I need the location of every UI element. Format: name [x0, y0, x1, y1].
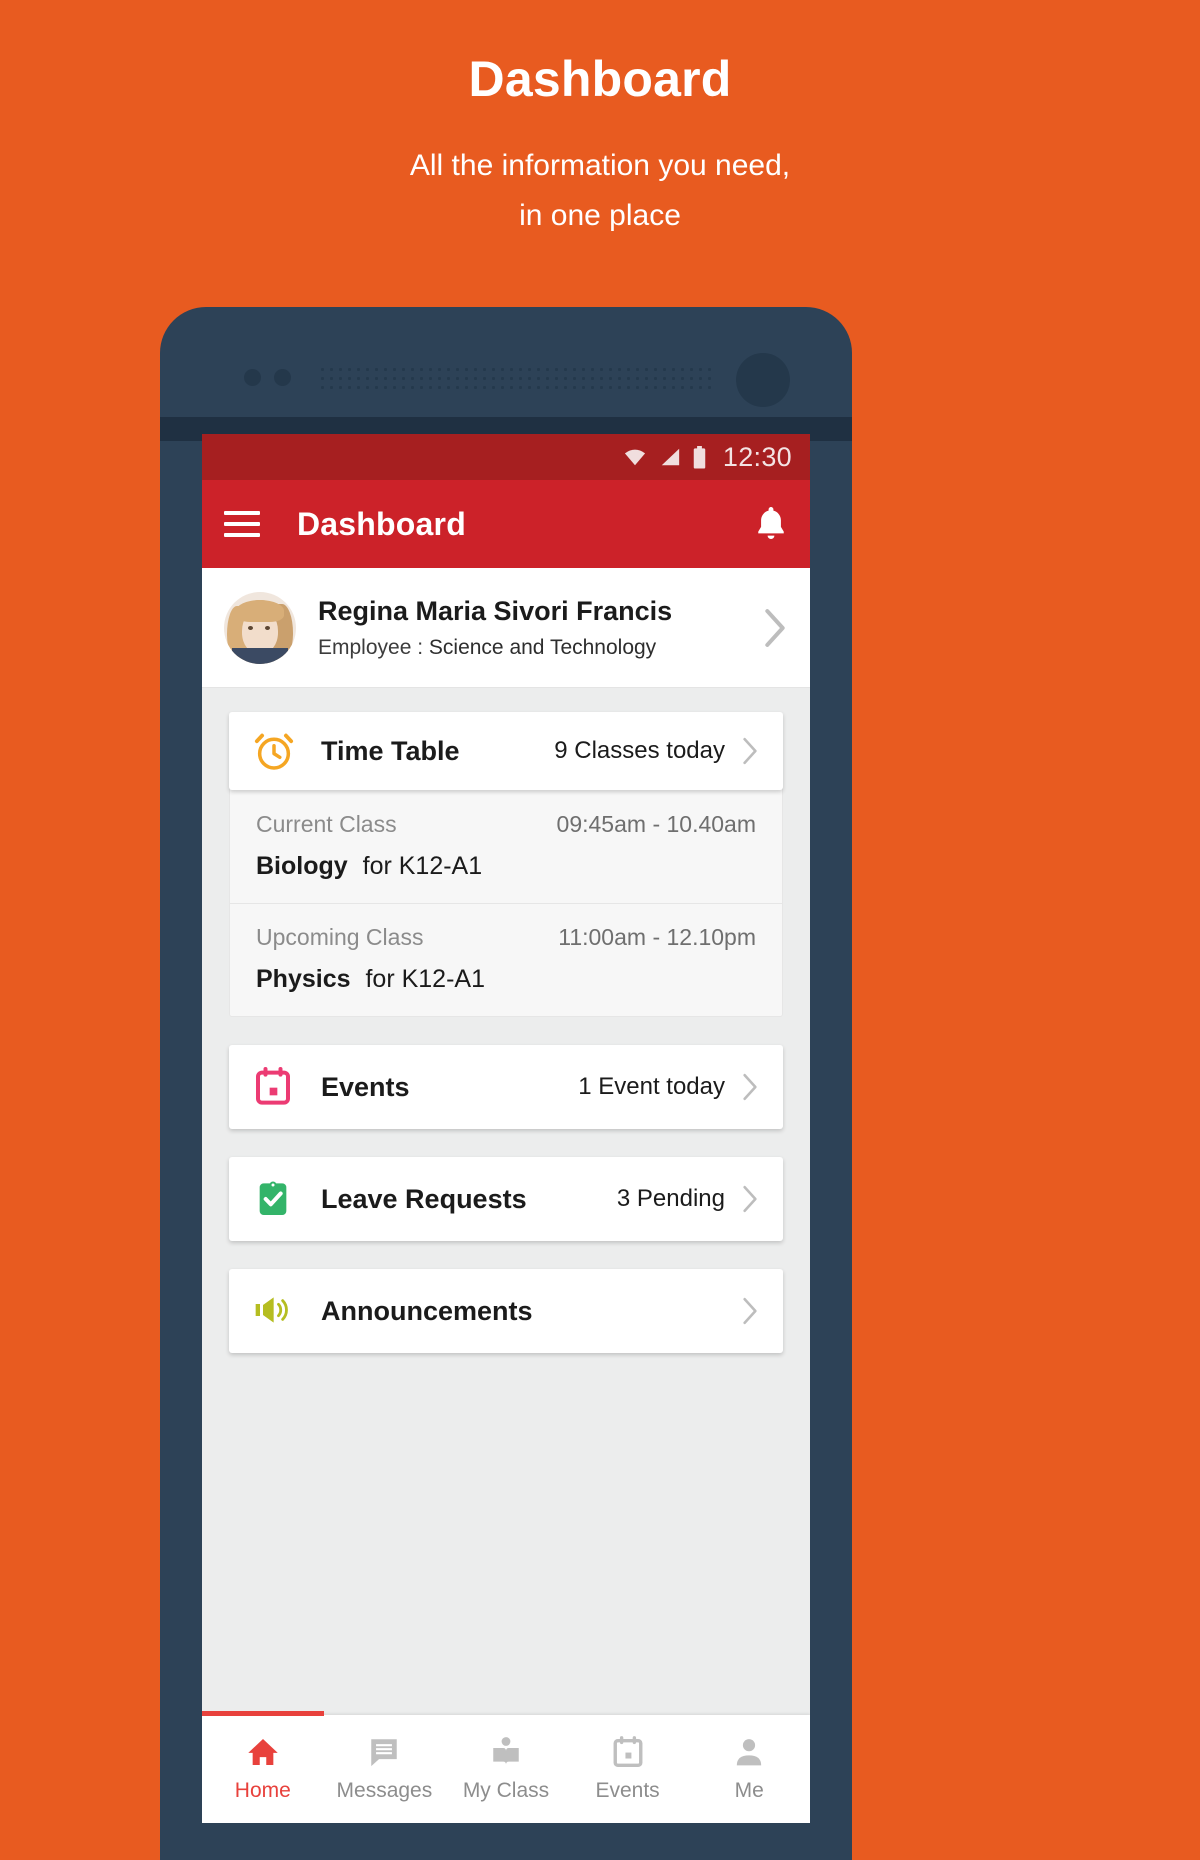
phone-screen: 12:30 Dashboard Regina Maria Sivori Fran…	[202, 434, 810, 1823]
card-announcements[interactable]: Announcements	[229, 1269, 783, 1353]
card-meta-leave-requests: 3 Pending	[616, 1185, 725, 1212]
app-bar: Dashboard	[202, 480, 810, 568]
page-title: Dashboard	[297, 505, 466, 542]
nav-item-events[interactable]: Events	[567, 1715, 689, 1823]
active-tab-indicator	[202, 1711, 324, 1716]
nav-item-messages[interactable]: Messages	[324, 1715, 446, 1823]
nav-item-my-class[interactable]: My Class	[445, 1715, 567, 1823]
avatar	[224, 591, 296, 664]
profile-role-label: Employee :	[318, 635, 424, 659]
speaker-grille-icon	[318, 365, 716, 395]
promo-subtitle-line-2: in one place	[519, 199, 681, 233]
nav-item-home[interactable]: Home	[202, 1715, 324, 1823]
time-table-row-time: 11:00am - 12.10pm	[558, 924, 756, 950]
time-table-detail-panel: Current Class 09:45am - 10.40am Biology …	[229, 784, 783, 1017]
card-events[interactable]: Events 1 Event today	[229, 1045, 783, 1129]
promo-subtitle-line-1: All the information you need,	[409, 149, 791, 182]
profile-text: Regina Maria Sivori Francis Employee : S…	[318, 595, 752, 659]
calendar-icon	[611, 1735, 645, 1769]
card-leave-requests[interactable]: Leave Requests 3 Pending	[229, 1157, 783, 1241]
nav-label-home: Home	[234, 1779, 291, 1802]
card-title-leave-requests: Leave Requests	[321, 1183, 527, 1214]
profile-role: Employee : Science and Technology	[318, 636, 752, 660]
card-title-announcements: Announcements	[321, 1295, 533, 1326]
bottom-navigation-bar: Home Messages My Class Events Me	[202, 1711, 810, 1823]
chevron-right-icon[interactable]	[741, 1073, 759, 1101]
signal-icon	[658, 446, 682, 468]
sensor-dots-icon	[244, 369, 291, 386]
time-table-row-class: for K12-A1	[362, 852, 483, 880]
dashboard-content: Time Table 9 Classes today Current Class…	[202, 712, 810, 1353]
card-title-time-table: Time Table	[321, 735, 460, 766]
hamburger-menu-icon[interactable]	[224, 511, 260, 537]
time-table-row-head: Current Class 09:45am - 10.40am	[256, 811, 756, 838]
book-person-icon	[489, 1735, 523, 1769]
front-camera-icon	[736, 353, 790, 407]
profile-row[interactable]: Regina Maria Sivori Francis Employee : S…	[202, 568, 810, 688]
promo-title: Dashboard	[468, 51, 732, 107]
message-icon	[367, 1735, 401, 1769]
time-table-row-subject: Physics	[256, 965, 351, 993]
status-bar-time: 12:30	[722, 441, 792, 472]
bell-icon[interactable]	[754, 505, 788, 543]
time-table-row-time: 09:45am - 10.40am	[556, 811, 756, 837]
promo-subtitle: All the information you need, in one pla…	[0, 141, 1200, 242]
profile-role-value: Science and Technology	[428, 635, 657, 659]
card-meta-events: 1 Event today	[578, 1073, 725, 1100]
home-icon	[246, 1735, 280, 1769]
nav-label-me: Me	[734, 1779, 764, 1802]
time-table-row-label: Current Class	[256, 811, 397, 837]
time-table-row-label: Upcoming Class	[256, 924, 424, 950]
megaphone-icon	[253, 1290, 295, 1332]
card-meta-time-table: 9 Classes today	[554, 737, 725, 764]
nav-label-my-class: My Class	[462, 1779, 550, 1802]
status-bar: 12:30	[202, 434, 810, 480]
time-table-row-head: Upcoming Class 11:00am - 12.10pm	[256, 924, 756, 951]
person-icon	[732, 1735, 766, 1769]
chevron-right-icon[interactable]	[762, 608, 788, 648]
nav-item-me[interactable]: Me	[688, 1715, 810, 1823]
phone-mockup: 12:30 Dashboard Regina Maria Sivori Fran…	[160, 307, 852, 1860]
time-table-row-body: Physics for K12-A1	[256, 965, 756, 994]
clipboard-check-icon	[253, 1178, 295, 1220]
time-table-row[interactable]: Current Class 09:45am - 10.40am Biology …	[230, 791, 782, 903]
wifi-icon	[622, 446, 648, 468]
card-title-events: Events	[321, 1071, 410, 1102]
alarm-clock-icon	[253, 730, 295, 772]
chevron-right-icon[interactable]	[741, 737, 759, 765]
phone-top-bezel	[160, 307, 852, 417]
time-table-row-body: Biology for K12-A1	[256, 852, 756, 881]
calendar-icon	[253, 1066, 295, 1108]
card-time-table[interactable]: Time Table 9 Classes today	[229, 712, 783, 790]
nav-label-messages: Messages	[336, 1779, 433, 1802]
chevron-right-icon[interactable]	[741, 1185, 759, 1213]
time-table-row-class: for K12-A1	[365, 965, 485, 993]
time-table-row[interactable]: Upcoming Class 11:00am - 12.10pm Physics…	[230, 903, 782, 1016]
time-table-row-subject: Biology	[256, 852, 348, 880]
nav-label-events: Events	[595, 1779, 660, 1802]
chevron-right-icon[interactable]	[741, 1297, 759, 1325]
promo-header: Dashboard All the information you need, …	[0, 0, 1200, 242]
battery-icon	[692, 445, 707, 469]
profile-name: Regina Maria Sivori Francis	[318, 596, 673, 627]
